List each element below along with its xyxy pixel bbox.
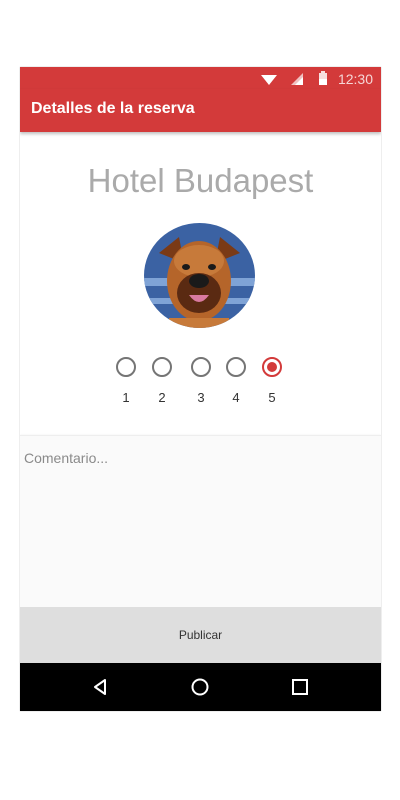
home-icon[interactable] bbox=[190, 677, 210, 697]
recents-icon[interactable] bbox=[290, 677, 310, 697]
page-title: Detalles de la reserva bbox=[31, 100, 195, 117]
navigation-bar bbox=[20, 663, 381, 711]
radio-button[interactable] bbox=[152, 357, 172, 377]
dog-avatar-icon bbox=[144, 223, 255, 328]
phone-screen: 12:30 Detalles de la reserva Hotel Budap… bbox=[20, 67, 381, 711]
status-time: 12:30 bbox=[337, 71, 373, 87]
rating-option-3[interactable]: 3 bbox=[189, 357, 213, 405]
hotel-avatar bbox=[144, 223, 255, 328]
radio-button[interactable] bbox=[226, 357, 246, 377]
rating-option-4[interactable]: 4 bbox=[224, 357, 248, 405]
rating-label: 1 bbox=[122, 390, 130, 405]
status-bar: 12:30 bbox=[20, 67, 381, 89]
rating-option-5[interactable]: 5 bbox=[260, 357, 284, 405]
rating-label: 2 bbox=[158, 390, 166, 405]
radio-button[interactable] bbox=[191, 357, 211, 377]
comment-input[interactable]: Comentario... bbox=[20, 435, 381, 607]
wifi-icon bbox=[261, 75, 277, 85]
rating-option-2[interactable]: 2 bbox=[150, 357, 174, 405]
app-bar: Detalles de la reserva bbox=[20, 89, 381, 132]
rating-label: 5 bbox=[268, 390, 276, 405]
rating-label: 4 bbox=[232, 390, 240, 405]
publish-button[interactable]: Publicar bbox=[20, 607, 381, 663]
rating-label: 3 bbox=[197, 390, 205, 405]
back-icon[interactable] bbox=[90, 677, 110, 697]
radio-button-selected[interactable] bbox=[262, 357, 282, 377]
comment-placeholder: Comentario... bbox=[24, 450, 109, 466]
rating-option-1[interactable]: 1 bbox=[114, 357, 138, 405]
rating-group: 1 2 3 4 5 bbox=[20, 357, 381, 407]
hotel-name: Hotel Budapest bbox=[87, 162, 314, 199]
radio-button[interactable] bbox=[116, 357, 136, 377]
status-icons bbox=[261, 71, 327, 85]
publish-label: Publicar bbox=[178, 628, 223, 642]
